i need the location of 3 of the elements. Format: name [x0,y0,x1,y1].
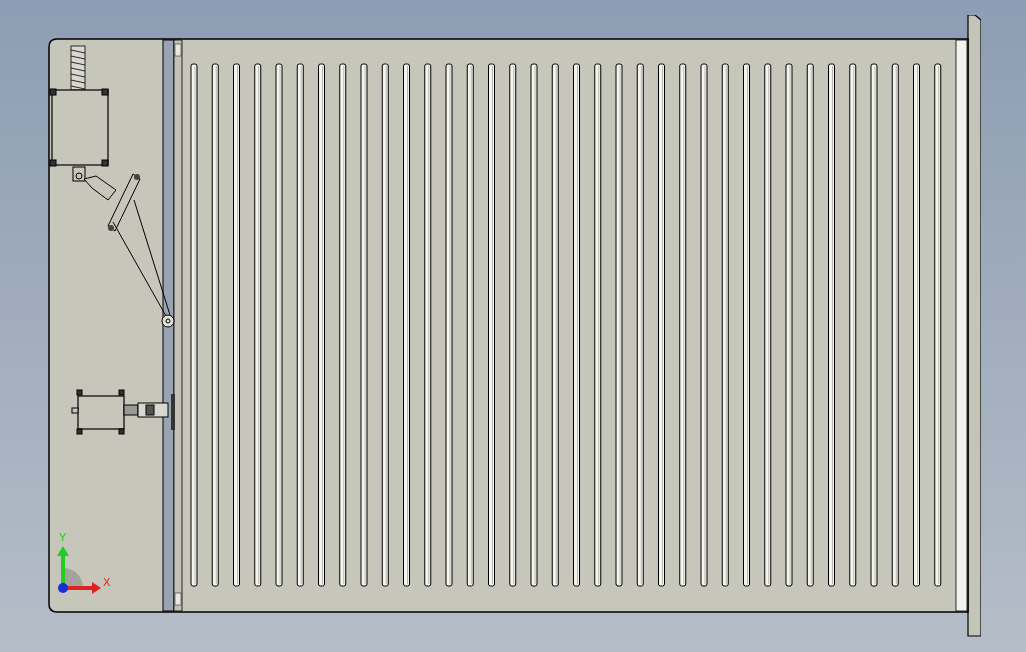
y-axis-label: Y [59,532,67,543]
axis-triad-icon [55,545,102,595]
x-axis-label: X [103,577,111,588]
